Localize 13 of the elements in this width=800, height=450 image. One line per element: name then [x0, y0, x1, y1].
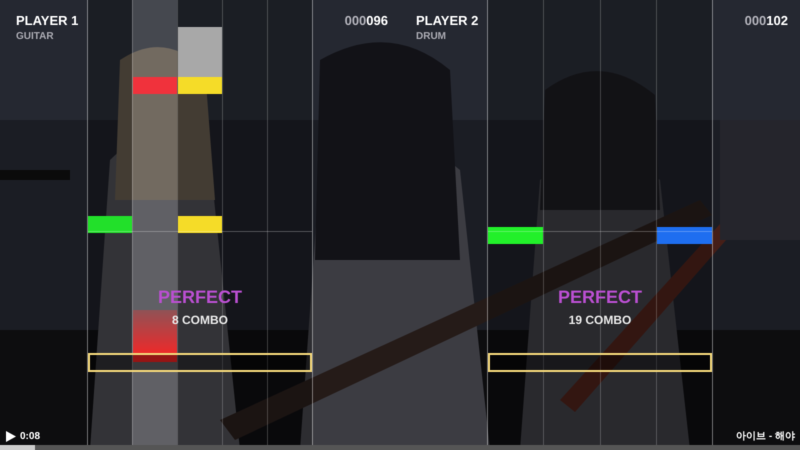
instrument-label: DRUM — [416, 30, 447, 44]
play-icon[interactable] — [6, 431, 16, 442]
progress-bar[interactable] — [0, 445, 800, 450]
combo-count: 19 COMBO — [568, 312, 632, 328]
instrument-label: GUITAR — [16, 30, 55, 44]
score: 000102 — [744, 12, 788, 30]
player-name: PLAYER 2 — [416, 12, 480, 30]
score: 000096 — [344, 12, 388, 30]
judgement-text: PERFECT — [558, 286, 642, 309]
judgement-text: PERFECT — [158, 286, 242, 309]
player-name: PLAYER 1 — [16, 12, 80, 30]
elapsed-time: 0:08 — [20, 430, 40, 444]
song-title: 아이브 - 해야 — [736, 430, 795, 444]
